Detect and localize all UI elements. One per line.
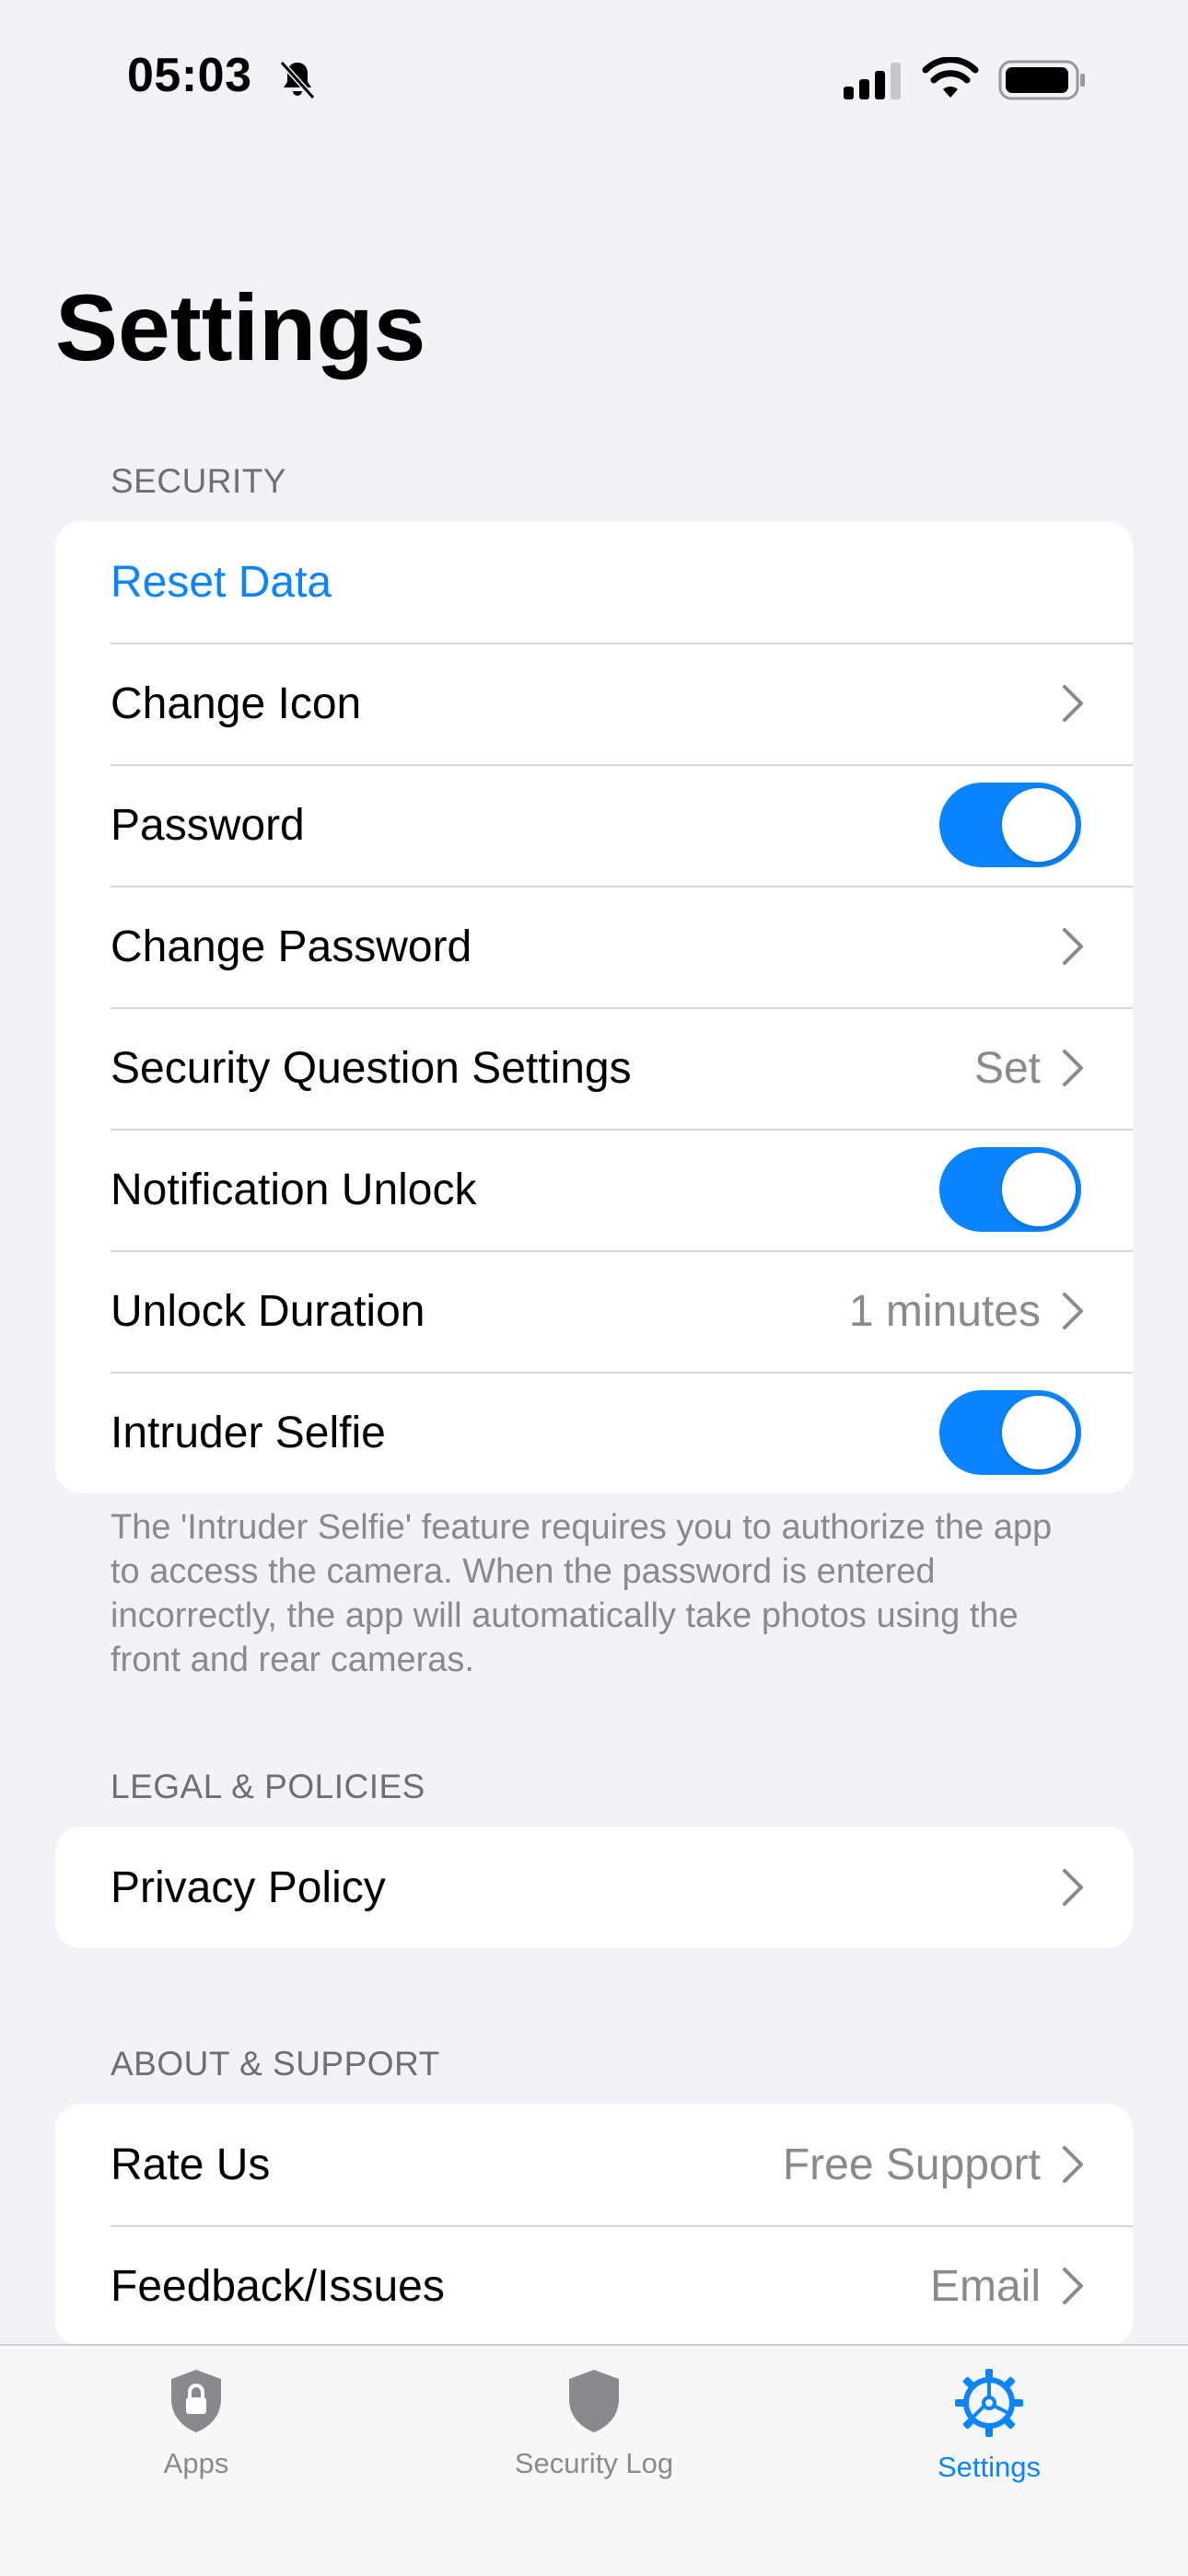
reset-data-label: Reset Data (111, 557, 332, 607)
password-toggle[interactable] (939, 783, 1081, 867)
feedback-value: Email (929, 2261, 1041, 2311)
chevron-right-icon (1063, 928, 1083, 965)
about-group: Rate Us Free Support Feedback/Issues Ema… (55, 2104, 1133, 2347)
feedback-row[interactable]: Feedback/Issues Email (55, 2225, 1133, 2347)
chevron-right-icon (1063, 2268, 1083, 2304)
status-time: 05:03 (127, 49, 252, 102)
password-row: Password (55, 764, 1133, 886)
toggle-knob (1002, 1153, 1076, 1226)
cellular-signal-icon (844, 63, 901, 99)
privacy-policy-label: Privacy Policy (111, 1862, 386, 1912)
reset-data-row[interactable]: Reset Data (55, 521, 1133, 643)
notification-unlock-toggle[interactable] (939, 1147, 1081, 1232)
chevron-right-icon (1063, 1293, 1083, 1329)
shield-lock-icon (171, 2370, 221, 2432)
notification-unlock-row: Notification Unlock (55, 1129, 1133, 1250)
security-question-row[interactable]: Security Question Settings Set (55, 1007, 1133, 1129)
status-bar: 05:03 (0, 0, 1188, 157)
tab-bar: Apps Security Log Settings (0, 2344, 1188, 2576)
security-question-label: Security Question Settings (111, 1043, 632, 1093)
intruder-selfie-footnote: The 'Intruder Selfie' feature requires y… (111, 1508, 1053, 1679)
gear-icon (955, 2369, 1023, 2437)
intruder-selfie-row: Intruder Selfie (55, 1372, 1133, 1493)
unlock-duration-row[interactable]: Unlock Duration 1 minutes (55, 1250, 1133, 1372)
section-header-about: ABOUT & SUPPORT (111, 2045, 440, 2083)
intruder-selfie-toggle[interactable] (939, 1390, 1081, 1475)
change-password-label: Change Password (111, 922, 472, 971)
chevron-right-icon (1063, 685, 1083, 722)
change-icon-label: Change Icon (111, 679, 362, 728)
notification-unlock-label: Notification Unlock (111, 1165, 477, 1214)
rate-us-label: Rate Us (111, 2140, 271, 2189)
feedback-label: Feedback/Issues (111, 2261, 445, 2311)
toggle-knob (1002, 788, 1076, 862)
unlock-duration-label: Unlock Duration (111, 1286, 425, 1336)
privacy-policy-row[interactable]: Privacy Policy (55, 1827, 1133, 1948)
tab-apps[interactable]: Apps (58, 2368, 334, 2480)
wifi-icon (922, 57, 979, 98)
chevron-right-icon (1063, 2146, 1083, 2183)
tab-security-log[interactable]: Security Log (456, 2368, 732, 2480)
rate-us-value: Free Support (782, 2140, 1041, 2189)
shield-icon (569, 2370, 619, 2432)
section-header-security: SECURITY (111, 462, 287, 500)
change-icon-row[interactable]: Change Icon (55, 643, 1133, 764)
tab-settings-label: Settings (937, 2451, 1041, 2483)
security-group: Reset Data Change Icon Password Change P… (55, 521, 1133, 1493)
page-title: Settings (55, 275, 426, 380)
chevron-right-icon (1063, 1050, 1083, 1086)
security-question-value: Set (973, 1043, 1041, 1093)
legal-group: Privacy Policy (55, 1827, 1133, 1948)
tab-settings[interactable]: Settings (851, 2368, 1127, 2484)
tab-apps-label: Apps (163, 2447, 229, 2479)
chevron-right-icon (1063, 1869, 1083, 1906)
change-password-row[interactable]: Change Password (55, 886, 1133, 1007)
battery-icon (998, 60, 1085, 100)
rate-us-row[interactable]: Rate Us Free Support (55, 2104, 1133, 2225)
intruder-selfie-label: Intruder Selfie (111, 1408, 386, 1457)
toggle-knob (1002, 1396, 1076, 1469)
password-label: Password (111, 800, 305, 850)
section-header-legal: LEGAL & POLICIES (111, 1768, 425, 1805)
unlock-duration-value: 1 minutes (848, 1286, 1041, 1336)
bell-slash-icon (279, 60, 316, 100)
tab-security-log-label: Security Log (514, 2447, 674, 2479)
